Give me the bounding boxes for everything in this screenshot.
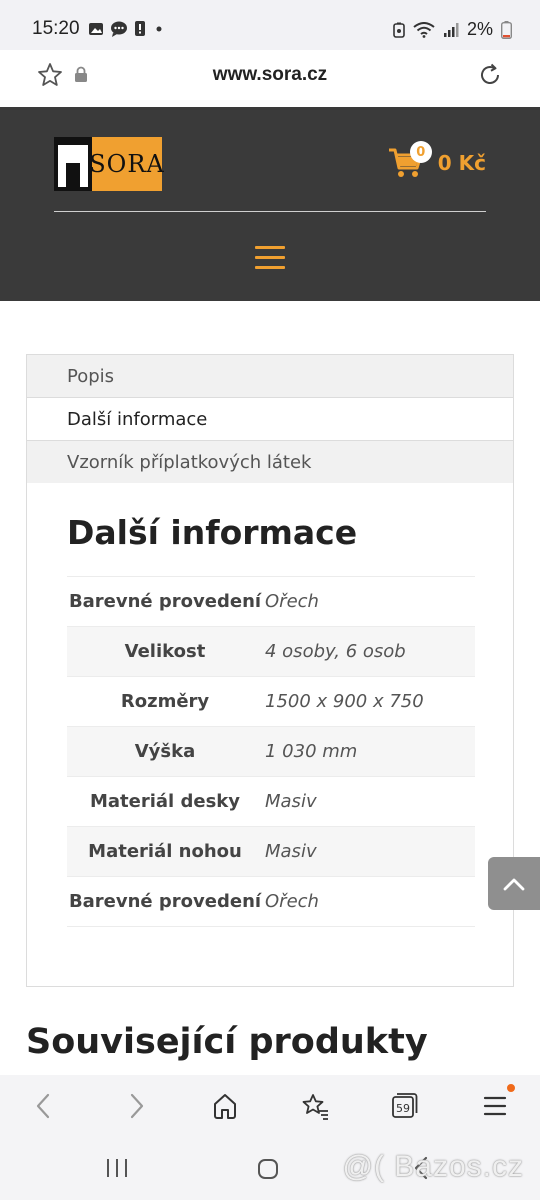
- home-icon[interactable]: [211, 1091, 239, 1121]
- bookmarks-icon[interactable]: [300, 1091, 330, 1121]
- back-icon[interactable]: [32, 1091, 56, 1121]
- table-row: Materiál nohou Masiv: [67, 826, 475, 877]
- attribute-label: Materiál desky: [67, 776, 263, 827]
- logo-wordmark: SORA: [89, 137, 165, 191]
- status-time: 15:20: [32, 18, 80, 39]
- watermark-text: @( Bazos.cz: [342, 1150, 524, 1183]
- panel-title: Další informace: [67, 513, 358, 552]
- table-row: Materiál desky Masiv: [67, 776, 475, 827]
- tabs-icon: 59: [392, 1093, 418, 1118]
- table-row: Rozměry 1500 x 900 x 750: [67, 676, 475, 727]
- tabs-button[interactable]: 59: [391, 1091, 419, 1125]
- back-to-top-button[interactable]: [488, 857, 540, 910]
- system-icons: 2%: [393, 19, 512, 40]
- attribute-value: Ořech: [263, 876, 475, 927]
- notification-icons: [88, 20, 166, 37]
- tab-popis[interactable]: Popis: [27, 355, 513, 398]
- attribute-value: 4 osoby, 6 osob: [263, 626, 475, 677]
- battery-percent: 2%: [466, 19, 493, 39]
- attribute-label: Velikost: [67, 626, 263, 677]
- wifi-icon: [413, 21, 435, 38]
- table-row: Barevné provedení Ořech: [67, 576, 475, 627]
- attributes-table: Barevné provedení Ořech Velikost 4 osoby…: [67, 576, 475, 927]
- alert-icon: [135, 21, 145, 36]
- battery-icon: [501, 20, 512, 39]
- status-bar: 15:20 2%: [0, 0, 540, 50]
- recent-apps-icon[interactable]: [104, 1157, 130, 1179]
- header-divider: [54, 211, 486, 212]
- menu-icon[interactable]: [482, 1091, 508, 1121]
- table-row: Výška 1 030 mm: [67, 726, 475, 777]
- related-products-heading: Související produkty: [26, 1022, 428, 1062]
- url-text[interactable]: www.sora.cz: [18, 64, 522, 86]
- browser-toolbar: 59: [0, 1075, 540, 1137]
- battery-saver-icon: [393, 22, 405, 38]
- attribute-label: Materiál nohou: [67, 826, 263, 877]
- menu-hamburger-icon[interactable]: [255, 246, 285, 270]
- logo-mark: [54, 137, 92, 191]
- attribute-label: Výška: [67, 726, 263, 777]
- logo-text: SORA: [89, 150, 165, 178]
- svg-text:59: 59: [396, 1102, 410, 1115]
- signal-icon: [443, 22, 459, 37]
- menu-notification-dot: [507, 1084, 515, 1092]
- site-header: SORA 0 0 Kč: [0, 107, 540, 301]
- attribute-value: 1 030 mm: [263, 726, 475, 777]
- attribute-label: Barevné provedení: [67, 576, 263, 627]
- table-row: Velikost 4 osoby, 6 osob: [67, 626, 475, 677]
- attribute-label: Barevné provedení: [67, 876, 263, 927]
- attribute-value: Ořech: [263, 576, 475, 627]
- dot-icon: [156, 26, 162, 31]
- attribute-value: Masiv: [263, 776, 475, 827]
- table-row: Barevné provedení Ořech: [67, 876, 475, 927]
- cart-total: 0 Kč: [437, 151, 486, 175]
- tab-dalsi-informace[interactable]: Další informace: [27, 398, 513, 441]
- gallery-icon: [89, 22, 103, 35]
- reload-icon[interactable]: [476, 61, 504, 89]
- cart-button[interactable]: 0 0 Kč: [388, 141, 486, 179]
- attribute-value: 1500 x 900 x 750: [263, 676, 475, 727]
- sora-logo[interactable]: SORA: [54, 137, 165, 191]
- attribute-label: Rozměry: [67, 676, 263, 727]
- chat-icon: [111, 21, 127, 37]
- additional-info-panel: Další informace Barevné provedení Ořech …: [26, 483, 514, 987]
- cart-count-badge: 0: [409, 141, 432, 163]
- tab-vzornik-latek[interactable]: Vzorník příplatkových látek: [27, 441, 513, 484]
- chevron-up-icon: [503, 878, 525, 890]
- forward-icon[interactable]: [124, 1091, 148, 1121]
- product-tabs: Popis Další informace Vzorník příplatkov…: [26, 354, 514, 485]
- attribute-value: Masiv: [263, 826, 475, 877]
- address-bar[interactable]: www.sora.cz: [18, 50, 522, 100]
- home-button-icon[interactable]: [256, 1157, 280, 1181]
